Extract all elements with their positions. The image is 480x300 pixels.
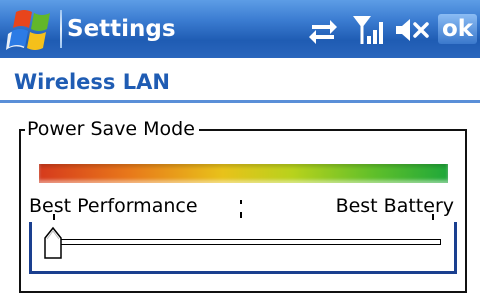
page-title: Wireless LAN — [14, 70, 170, 94]
slider-tick-mid — [240, 212, 242, 218]
slider-tick-mid — [240, 200, 242, 204]
slider-thumb[interactable] — [43, 226, 63, 260]
volume-status[interactable] — [394, 16, 430, 44]
windows-start-icon — [6, 10, 50, 50]
connectivity-status[interactable] — [308, 16, 338, 44]
slider-frame — [454, 222, 457, 274]
power-save-group-label: Power Save Mode — [25, 116, 199, 142]
power-gradient-bar — [39, 164, 448, 183]
slider-track[interactable] — [47, 239, 441, 245]
best-battery-label: Best Battery — [335, 195, 454, 217]
slider-frame — [29, 222, 32, 274]
slider-frame — [29, 271, 457, 274]
signal-strength-icon — [353, 16, 383, 44]
slider-tick-max — [432, 214, 434, 220]
header-divider — [0, 100, 480, 103]
power-save-slider[interactable] — [29, 222, 457, 274]
start-button[interactable] — [4, 4, 58, 54]
title-bar: Settings ok — [0, 0, 480, 58]
window-title: Settings — [67, 16, 176, 42]
connectivity-icon — [309, 20, 337, 44]
page-header: Wireless LAN — [0, 58, 480, 110]
title-divider — [60, 10, 62, 48]
ok-button[interactable]: ok — [438, 14, 478, 44]
volume-muted-icon — [396, 19, 429, 41]
slider-tick-min — [53, 214, 55, 220]
signal-status[interactable] — [352, 12, 388, 46]
